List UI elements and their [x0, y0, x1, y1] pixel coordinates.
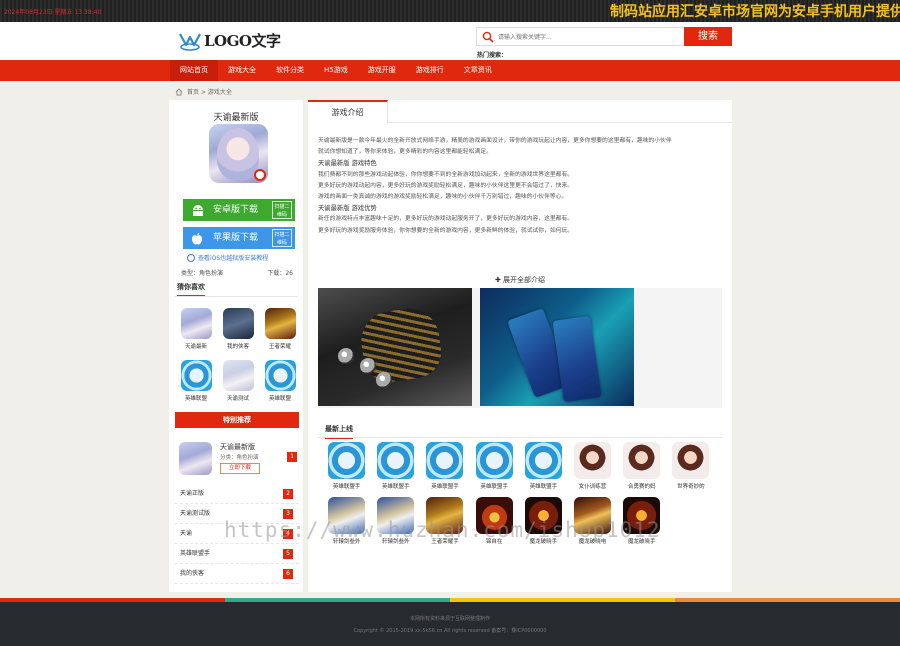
rank-badge: 2	[283, 489, 293, 499]
nav-item-games[interactable]: 游戏大全	[218, 60, 266, 81]
rank-badge: 5	[283, 549, 293, 559]
install-tutorial-link[interactable]: 查看iOS也越狱版安装教程	[187, 253, 268, 262]
recommend-item[interactable]: 王者荣耀	[259, 308, 301, 350]
nav-item-news[interactable]: 文章资讯	[454, 60, 502, 81]
recommend-item[interactable]: 英雄联盟	[175, 360, 217, 402]
tab-bar: 游戏介绍	[308, 100, 732, 123]
home-icon	[175, 87, 183, 95]
game-intro-text: 天谕最新版是一款今年最火的全新开放式网络手游，精美的游戏画面设计，带你的游戏玩起…	[318, 138, 672, 234]
search-button[interactable]: 搜索	[684, 27, 732, 46]
info-circle-icon	[187, 253, 195, 262]
top-strip: 2024年08月23日 星期五 13:38:40 制码站应用汇安卓市场官网为安卓…	[0, 0, 900, 22]
app-category: 类型：角色扮演	[181, 270, 224, 277]
game-icon	[180, 308, 212, 339]
new-game-item[interactable]: 英雄联盟手	[420, 442, 469, 490]
android-download-label: 安卓版下载	[213, 205, 259, 215]
nav-item-software[interactable]: 软件分类	[266, 60, 314, 81]
marquee-text[interactable]: 制码站应用汇安卓市场官网为安卓手机用户提供	[610, 1, 900, 21]
app-downloads: 下载：26	[267, 270, 293, 277]
featured-card-title: 天谕最新版	[220, 443, 255, 451]
game-icon	[222, 360, 254, 391]
featured-title: 特别推荐	[175, 412, 299, 428]
app-meta: 类型：角色扮演 下载：26	[181, 268, 293, 277]
logo-mark-icon	[179, 32, 201, 51]
game-icon	[328, 442, 366, 479]
game-icon	[524, 442, 562, 479]
search-icon	[482, 31, 494, 43]
site-logo[interactable]: LOGO文字	[178, 30, 281, 51]
search-box	[476, 27, 686, 46]
screenshot-gallery	[318, 288, 722, 408]
recommend-title: 猜你喜欢	[177, 282, 205, 297]
rank-row[interactable]: 英雄联盟手 5	[175, 544, 299, 564]
game-icon	[180, 360, 212, 391]
tab-game-intro[interactable]: 游戏介绍	[308, 100, 388, 123]
ios-download-button[interactable]: 苹果版下载 扫描二维码	[183, 227, 295, 249]
game-icon	[179, 442, 212, 475]
footer-copyright: Copyright © 2015-2019 xx.5k56.cn All rig…	[353, 628, 547, 634]
nav-item-servers[interactable]: 游戏开服	[358, 60, 406, 81]
breadcrumb-text[interactable]: 首页 > 游戏大全	[187, 87, 232, 96]
ios-download-label: 苹果版下载	[213, 233, 259, 243]
recommend-item[interactable]: 天谕测试	[217, 360, 259, 402]
tutorial-text: 查看iOS也越狱版安装教程	[198, 255, 269, 262]
ios-qr-label[interactable]: 扫描二维码	[272, 229, 292, 247]
app-name: 天谕最新版	[213, 113, 259, 123]
footer: 本网所有资料来源于互联网整理制作 Copyright © 2015-2019 x…	[0, 602, 900, 646]
rank-badge: 1	[287, 452, 297, 462]
rank-row[interactable]: 天谕正版 2	[175, 484, 299, 504]
screenshot-phones[interactable]	[480, 288, 634, 406]
date-time: 2024年08月23日 星期五 13:38:40	[4, 9, 102, 16]
game-icon	[623, 442, 661, 479]
game-icon	[264, 308, 296, 339]
new-game-item[interactable]: 英雄联盟手	[371, 442, 420, 490]
header: LOGO文字 搜索 热门搜索：	[0, 22, 900, 60]
new-game-item[interactable]: 英雄联盟手	[470, 442, 519, 490]
main-nav: 网站首页 游戏大全 软件分类 H5游戏 游戏开服 游戏排行 文章资讯	[0, 60, 900, 81]
recommend-item[interactable]: 天谕最新	[175, 308, 217, 350]
recommend-item[interactable]: 英雄联盟	[259, 360, 301, 402]
android-icon	[193, 205, 203, 216]
game-icon	[475, 442, 513, 479]
new-game-item[interactable]: 英雄联盟手	[322, 442, 371, 490]
logo-text: LOGO文字	[204, 32, 281, 50]
search-bar: 搜索	[476, 27, 732, 46]
nav-item-home[interactable]: 网站首页	[170, 60, 218, 81]
new-game-item[interactable]: 合勇赛的妈	[617, 442, 666, 490]
featured-card[interactable]: 天谕最新版 分类：角色扮演 立即下载 1	[179, 439, 299, 487]
watermark: https://www.huzhan.com/ishop1012	[224, 518, 661, 542]
game-icon	[574, 442, 612, 479]
recommend-grid: 天谕最新 我的侠客 王者荣耀 英雄联盟 天谕测试 英雄联盟	[175, 308, 299, 402]
app-icon	[209, 124, 268, 183]
game-icon	[377, 442, 415, 479]
publisher-badge-icon	[254, 169, 266, 181]
featured-download-button[interactable]: 立即下载	[220, 463, 260, 474]
breadcrumb: 首页 > 游戏大全	[175, 87, 232, 96]
android-qr-label[interactable]: 扫描二维码	[272, 201, 292, 219]
new-game-item[interactable]: 世界奇妙的	[666, 442, 715, 490]
rank-badge: 6	[283, 569, 293, 579]
nav-item-ranking[interactable]: 游戏排行	[406, 60, 454, 81]
game-icon	[672, 442, 710, 479]
featured-card-category: 分类：角色扮演	[220, 455, 259, 461]
new-game-item[interactable]: 英雄联盟手	[519, 442, 568, 490]
screenshot-earbuds[interactable]	[318, 288, 472, 406]
footer-notice: 本网所有资料来源于互联网整理制作	[409, 616, 490, 622]
game-icon	[264, 360, 296, 391]
nav-item-h5[interactable]: H5游戏	[314, 60, 358, 81]
hot-search-label: 热门搜索：	[477, 52, 508, 59]
game-icon	[426, 442, 464, 479]
expand-intro-link[interactable]: ✚ 展开全部介绍	[308, 275, 732, 285]
rank-row[interactable]: 我的侠客 6	[175, 564, 299, 584]
recommend-item[interactable]: 我的侠客	[217, 308, 259, 350]
android-download-button[interactable]: 安卓版下载 扫描二维码	[183, 199, 295, 221]
game-icon	[222, 308, 254, 339]
search-input[interactable]	[498, 31, 678, 43]
new-game-item[interactable]: 女仆训练营	[568, 442, 617, 490]
apple-icon	[192, 232, 202, 245]
